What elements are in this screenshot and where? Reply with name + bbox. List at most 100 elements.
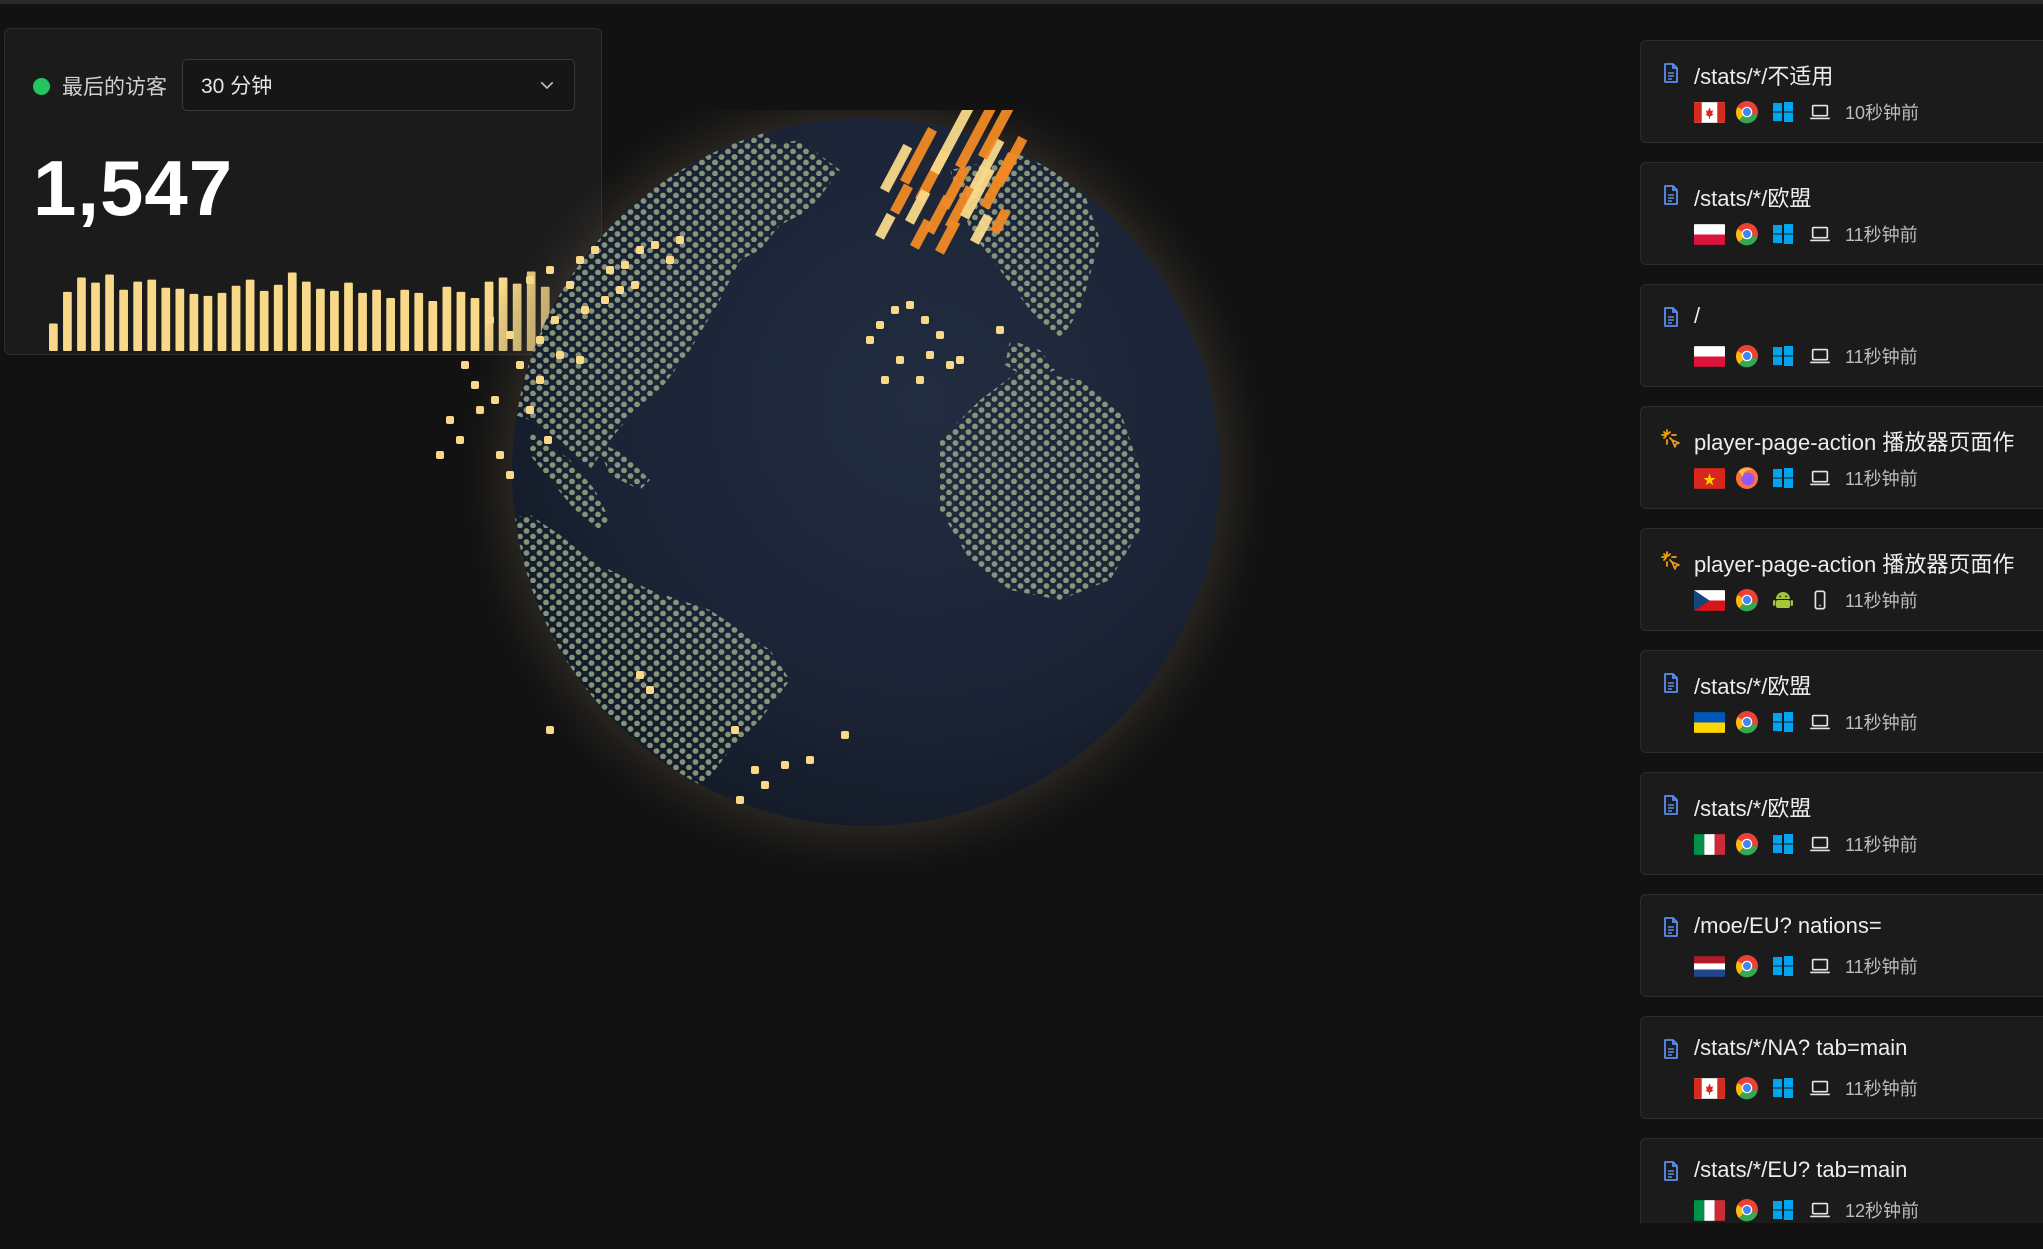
live-indicator: 最后的访客	[33, 59, 167, 113]
feed-item-title: /	[1694, 303, 1701, 328]
chrome-icon	[1736, 345, 1758, 368]
poland-flag	[1694, 345, 1725, 367]
visitor-marker	[476, 406, 484, 414]
visitor-marker	[866, 336, 874, 344]
visitor-marker	[546, 726, 554, 734]
feed-item-meta: 12秒钟前	[1694, 1197, 1919, 1223]
poland-flag	[1694, 223, 1725, 245]
feed-item-4[interactable]: player-page-action 播放器页面作 11秒钟前	[1640, 406, 2043, 509]
feed-item-title: player-page-action 播放器页面作	[1694, 552, 2015, 577]
last-visitors-label: 最后的访客	[62, 76, 167, 99]
minute-bar	[133, 281, 143, 351]
globe-canvas[interactable]	[380, 62, 1400, 1130]
windows-icon	[1773, 712, 1793, 732]
feed-item-title: /stats/*/NA? tab=main	[1694, 1035, 1908, 1060]
visitor-marker	[666, 256, 674, 264]
windows-icon	[1773, 1200, 1793, 1220]
feed-item-7[interactable]: /stats/*/欧盟 11秒钟前	[1640, 772, 2043, 875]
chevron-down-icon	[540, 81, 554, 89]
laptop-icon	[1810, 836, 1830, 852]
document-icon	[1664, 673, 1678, 693]
feed-item-meta: 11秒钟前	[1694, 831, 1918, 857]
feed-item-time: 11秒钟前	[1845, 469, 1918, 489]
minute-bar	[287, 272, 297, 351]
top-border	[0, 0, 2043, 4]
feed-item-1[interactable]: /stats/*/不适用 10秒钟前	[1640, 40, 2043, 143]
visitor-marker	[921, 316, 929, 324]
visitor-marker	[516, 361, 524, 369]
document-icon	[1664, 917, 1678, 937]
visitor-marker	[576, 256, 584, 264]
feed-item-title: /stats/*/欧盟	[1694, 796, 1812, 821]
laptop-icon	[1810, 226, 1830, 242]
feed-item-10[interactable]: /stats/*/EU? tab=main 12秒钟前	[1640, 1138, 2043, 1223]
visitor-marker	[891, 306, 899, 314]
visitor-marker	[876, 321, 884, 329]
laptop-icon	[1810, 348, 1830, 364]
chrome-icon	[1736, 833, 1758, 856]
feed-item-meta: 11秒钟前	[1694, 465, 1918, 491]
visitor-marker	[436, 451, 444, 459]
visitor-marker	[731, 726, 739, 734]
netherlands-flag	[1694, 955, 1725, 977]
visitor-marker	[526, 276, 534, 284]
chrome-icon	[1736, 1077, 1758, 1100]
visitor-globe[interactable]	[380, 62, 1400, 1130]
document-icon	[1664, 1039, 1678, 1059]
visitor-marker	[676, 236, 684, 244]
feed-item-6[interactable]: /stats/*/欧盟 11秒钟前	[1640, 650, 2043, 753]
czech-flag	[1694, 589, 1725, 611]
visitor-marker	[761, 781, 769, 789]
feed-item-time: 11秒钟前	[1845, 591, 1918, 611]
visitor-marker	[506, 331, 514, 339]
visitor-marker	[556, 351, 564, 359]
sparkle-icon	[1661, 551, 1680, 570]
feed-item-time: 11秒钟前	[1845, 957, 1918, 977]
minute-bar	[105, 274, 114, 351]
visitor-marker	[601, 296, 609, 304]
minute-bar	[217, 292, 227, 351]
windows-icon	[1773, 1078, 1793, 1098]
feed-item-title: /stats/*/不适用	[1694, 64, 1834, 89]
time-range-select[interactable]: 30 分钟	[182, 59, 575, 111]
document-icon	[1664, 1161, 1678, 1181]
minute-bar	[77, 277, 86, 351]
activity-feed[interactable]: /stats/*/不适用 10秒钟前 /stats/*/欧盟 11秒钟前 / 1…	[1640, 40, 2043, 1223]
minute-bar	[330, 290, 339, 351]
windows-icon	[1773, 224, 1793, 244]
windows-icon	[1773, 346, 1793, 366]
feed-item-title: /stats/*/欧盟	[1694, 674, 1812, 699]
visitor-marker	[446, 416, 454, 424]
visitor-marker	[751, 766, 759, 774]
feed-item-time: 11秒钟前	[1845, 347, 1918, 367]
feed-item-9[interactable]: /stats/*/NA? tab=main 11秒钟前	[1640, 1016, 2043, 1119]
feed-item-3[interactable]: / 11秒钟前	[1640, 284, 2043, 387]
visitor-marker	[551, 316, 559, 324]
visitor-marker	[544, 436, 552, 444]
italy-flag	[1694, 833, 1725, 855]
minute-bar	[91, 282, 100, 351]
feed-item-title: /moe/EU? nations=	[1694, 913, 1882, 938]
minute-bar	[358, 292, 367, 351]
visitor-marker	[631, 281, 639, 289]
visitor-marker	[546, 266, 554, 274]
feed-item-time: 11秒钟前	[1845, 713, 1918, 733]
visitor-marker	[621, 261, 629, 269]
feed-item-meta: 11秒钟前	[1694, 1075, 1918, 1101]
chrome-icon	[1736, 101, 1758, 124]
visitor-marker	[496, 451, 504, 459]
visitor-marker	[461, 361, 469, 369]
minute-bar	[49, 323, 58, 351]
laptop-icon	[1810, 1202, 1830, 1218]
feed-item-2[interactable]: /stats/*/欧盟 11秒钟前	[1640, 162, 2043, 265]
feed-item-time: 12秒钟前	[1845, 1201, 1920, 1221]
visitor-marker	[946, 361, 954, 369]
visitor-marker	[781, 761, 789, 769]
feed-item-title: /stats/*/EU? tab=main	[1694, 1157, 1908, 1182]
minute-bar	[259, 290, 269, 351]
visitor-marker	[471, 381, 479, 389]
feed-item-meta: 11秒钟前	[1694, 953, 1918, 979]
feed-item-5[interactable]: player-page-action 播放器页面作 11秒钟前	[1640, 528, 2043, 631]
feed-item-8[interactable]: /moe/EU? nations= 11秒钟前	[1640, 894, 2043, 997]
vietnam-flag	[1694, 467, 1725, 489]
